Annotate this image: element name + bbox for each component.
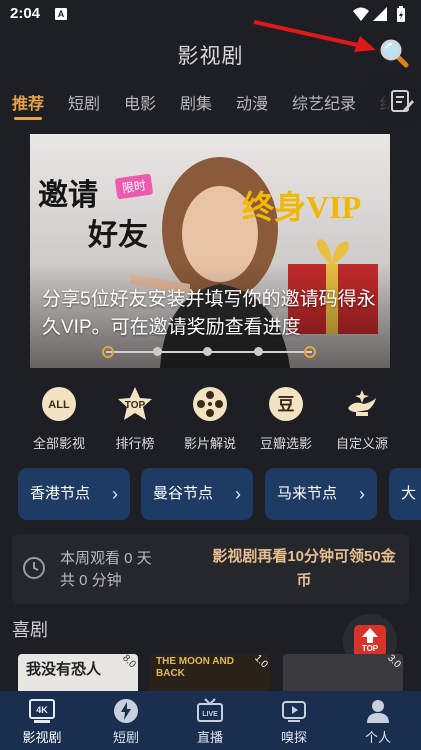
chevron-right-icon: › bbox=[235, 484, 241, 504]
nav-tab-sniff[interactable]: 嗅探 bbox=[252, 691, 336, 750]
carousel-dot[interactable] bbox=[253, 347, 263, 356]
svg-text:TOP: TOP bbox=[125, 400, 146, 411]
search-icon bbox=[380, 39, 409, 68]
nav-label: 影视剧 bbox=[22, 730, 62, 745]
status-time: 2:04 bbox=[10, 5, 41, 22]
chevron-right-icon: › bbox=[112, 484, 118, 504]
node-hongkong[interactable]: 香港节点 › bbox=[18, 468, 130, 520]
node-partial[interactable]: 大 bbox=[389, 468, 421, 520]
nav-tab-live[interactable]: LIVE 直播 bbox=[168, 691, 252, 750]
node-label: 大 bbox=[401, 485, 417, 502]
svg-text:豆: 豆 bbox=[278, 395, 295, 415]
banner-headline-2: 好友 bbox=[88, 219, 148, 252]
tab-variety-documentary[interactable]: 综艺纪录 bbox=[292, 90, 356, 114]
bottom-nav: 4K 影视剧 短剧 LIVE 直播 嗅探 个人 bbox=[0, 691, 421, 750]
poster-score: 1.0 bbox=[252, 654, 270, 671]
tab-menu-button[interactable] bbox=[389, 88, 415, 114]
quick-link-custom-source[interactable]: 自定义源 bbox=[327, 386, 397, 452]
quick-link-label: 排行榜 bbox=[115, 436, 155, 451]
svg-text:ALL: ALL bbox=[48, 399, 70, 411]
nav-label: 短剧 bbox=[112, 730, 139, 745]
node-label: 曼谷节点 bbox=[153, 485, 214, 502]
poster-card[interactable]: THE MOON AND BACK 1.0 bbox=[150, 654, 270, 694]
carousel-dot[interactable] bbox=[304, 346, 316, 358]
tab-movies[interactable]: 电影 bbox=[124, 90, 156, 114]
search-button[interactable] bbox=[379, 38, 409, 68]
film-reel-icon bbox=[193, 387, 227, 421]
tab-short-drama[interactable]: 短剧 bbox=[68, 90, 100, 114]
tab-anime[interactable]: 动漫 bbox=[236, 90, 268, 114]
quick-link-all[interactable]: ALL 全部影视 bbox=[24, 386, 94, 452]
chevron-right-icon: › bbox=[359, 484, 365, 504]
quick-link-douban[interactable]: 豆 豆瓣选影 bbox=[251, 386, 321, 452]
poster-score: 3.0 bbox=[385, 654, 403, 671]
watch-stats-card[interactable]: 本周观看 0 天 共 0 分钟 影视剧再看10分钟可领50金币 bbox=[12, 534, 409, 604]
banner-headline-1: 邀请 bbox=[38, 179, 98, 212]
poster-card[interactable]: 3.0 bbox=[283, 654, 403, 694]
tab-recommended[interactable]: 推荐 bbox=[12, 90, 44, 114]
poster-score: 8.0 bbox=[120, 654, 138, 671]
svg-text:4K: 4K bbox=[36, 705, 48, 715]
nav-tab-short-drama[interactable]: 短剧 bbox=[84, 691, 168, 750]
watch-stats: 本周观看 0 天 共 0 分钟 bbox=[60, 548, 152, 592]
promo-banner[interactable]: 邀请 限时 好友 终身VIP 分享5位好友安装并填写你的邀请码得永久VIP。可在… bbox=[30, 134, 390, 368]
person-icon bbox=[367, 700, 389, 723]
nav-tab-videos[interactable]: 4K 影视剧 bbox=[0, 691, 84, 750]
carousel-dot[interactable] bbox=[152, 347, 162, 356]
carousel-indicator bbox=[102, 346, 316, 358]
nav-tab-profile[interactable]: 个人 bbox=[336, 691, 420, 750]
node-malaysia[interactable]: 马来节点 › bbox=[265, 468, 377, 520]
poster-card[interactable]: 我没有恐人 8.0 bbox=[18, 654, 138, 694]
top-label: TOP bbox=[361, 644, 379, 653]
watch-minutes: 共 0 分钟 bbox=[60, 572, 122, 589]
edit-list-icon bbox=[391, 90, 414, 112]
section-title: 喜剧 bbox=[12, 620, 48, 640]
quick-link-label: 影片解说 bbox=[183, 436, 236, 451]
nav-label: 个人 bbox=[364, 730, 391, 745]
lightning-icon bbox=[114, 699, 138, 723]
poster-title: 我没有恐人 bbox=[26, 661, 102, 678]
banner-tagline: 终身VIP bbox=[242, 189, 362, 225]
quick-link-ranking[interactable]: TOP 排行榜 bbox=[100, 386, 170, 452]
carousel-dot[interactable] bbox=[102, 346, 114, 358]
quick-link-commentary[interactable]: 影片解说 bbox=[175, 386, 245, 452]
poster-title: THE MOON AND BACK bbox=[156, 656, 234, 679]
4k-tv-icon: 4K bbox=[29, 699, 55, 723]
quick-link-label: 全部影视 bbox=[32, 436, 85, 451]
banner-caption: 分享5位好友安装并填写你的邀请码得永久VIP。可在邀请奖励查看进度 bbox=[42, 289, 376, 338]
top-arrow-icon: TOP bbox=[354, 625, 386, 657]
category-tabs: 推荐 短剧 电影 剧集 动漫 综艺纪录 纪 bbox=[0, 86, 421, 122]
node-label: 马来节点 bbox=[277, 485, 338, 502]
nav-label: 嗅探 bbox=[280, 730, 307, 745]
quick-link-label: 自定义源 bbox=[335, 436, 388, 451]
nav-label: 直播 bbox=[196, 730, 223, 745]
notification-icon: A bbox=[55, 8, 67, 20]
top-ranking-icon: TOP bbox=[118, 387, 152, 420]
all-icon: ALL bbox=[42, 387, 76, 421]
tab-series[interactable]: 剧集 bbox=[180, 90, 212, 114]
watch-days: 本周观看 0 天 bbox=[60, 550, 152, 567]
battery-icon bbox=[397, 6, 405, 22]
active-tab-indicator bbox=[14, 117, 42, 120]
annotation-arrow-icon bbox=[253, 20, 376, 52]
node-bangkok[interactable]: 曼谷节点 › bbox=[141, 468, 253, 520]
svg-text:LIVE: LIVE bbox=[202, 711, 218, 718]
live-tv-icon: LIVE bbox=[197, 698, 223, 722]
sniff-play-icon bbox=[282, 701, 306, 722]
coin-promo: 影视剧再看10分钟可领50金币 bbox=[212, 548, 396, 589]
carousel-dot[interactable] bbox=[203, 347, 212, 356]
quick-link-label: 豆瓣选影 bbox=[259, 436, 312, 451]
magic-lamp-icon bbox=[348, 390, 376, 416]
clock-icon bbox=[23, 557, 45, 579]
node-label: 香港节点 bbox=[30, 485, 91, 502]
douban-icon: 豆 bbox=[269, 387, 303, 421]
